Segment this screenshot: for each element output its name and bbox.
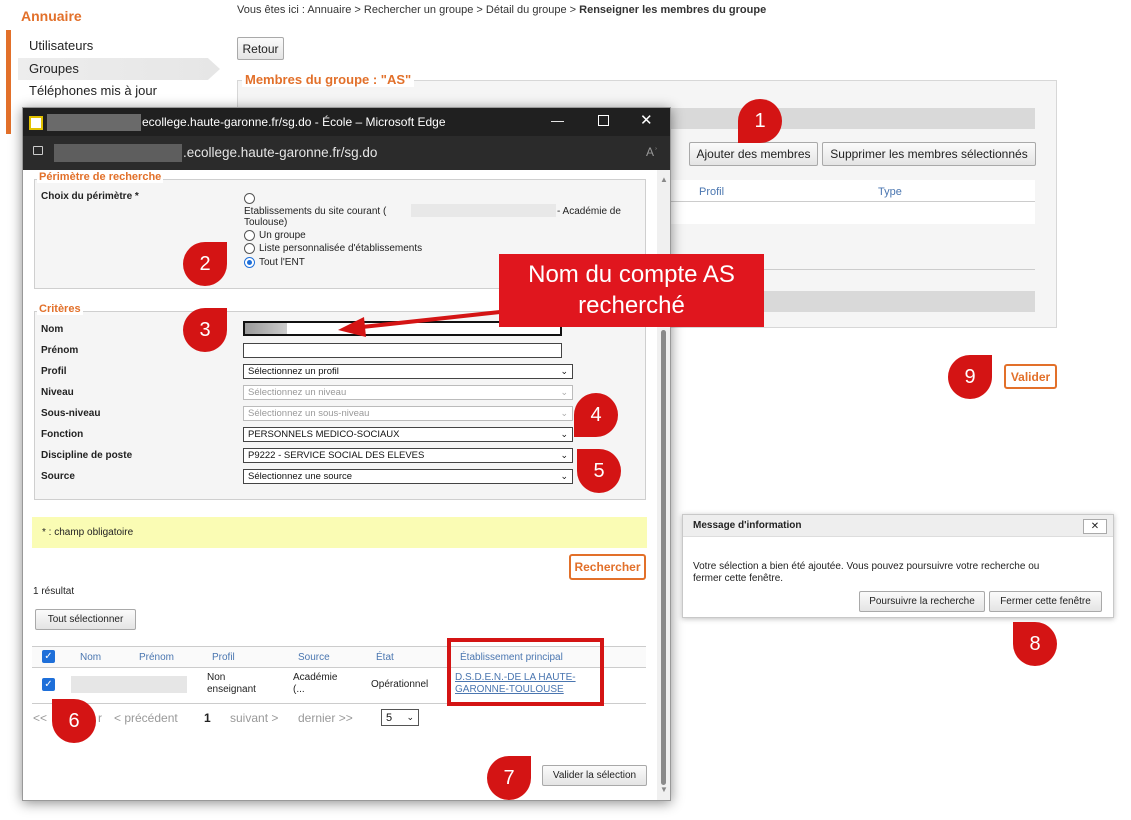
annotation-arrows — [338, 310, 501, 337]
step-marker-9: 9 — [948, 355, 992, 399]
step-marker-8: 8 — [1013, 622, 1057, 666]
callout-line1: Nom du compte AS — [528, 261, 735, 288]
step-marker-4: 4 — [574, 393, 618, 437]
step-marker-2: 2 — [183, 242, 227, 286]
callout-box: Nom du compte AS recherché — [499, 254, 764, 327]
step-marker-3: 3 — [183, 308, 227, 352]
callout-arrow-head — [338, 317, 366, 337]
step-marker-6: 6 — [52, 699, 96, 743]
step-marker-5: 5 — [577, 449, 621, 493]
callout-line2: recherché — [578, 292, 685, 319]
step-marker-7: 7 — [487, 756, 531, 800]
step-marker-1: 1 — [738, 99, 782, 143]
callout-arrow-line — [361, 310, 501, 329]
